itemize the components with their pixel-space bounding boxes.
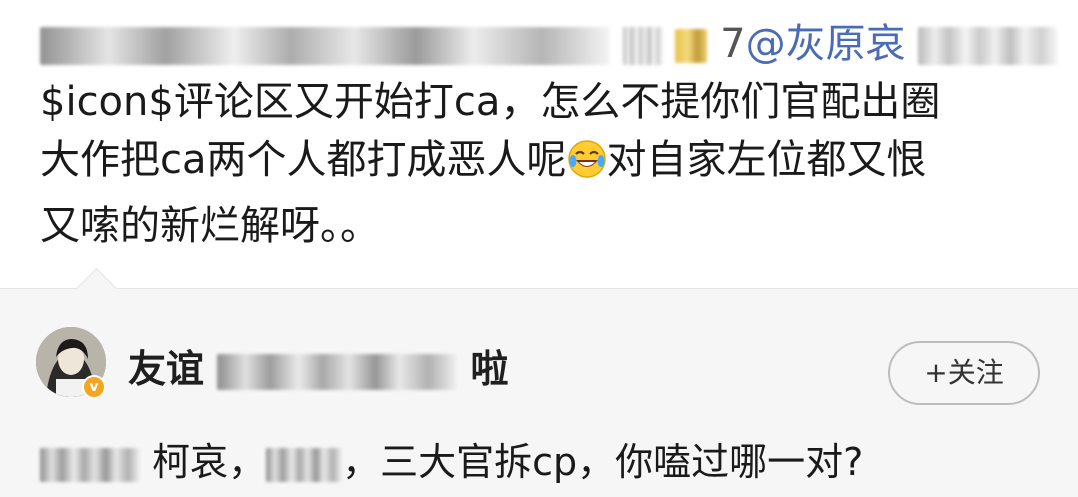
post-line-2: $icon$评论区又开始打ca，怎么不提你们官配出圈	[40, 79, 941, 125]
comment-text-fragment: 柯哀，	[152, 440, 267, 484]
blurred-username	[217, 353, 458, 390]
mention-link[interactable]: @灰原哀	[746, 21, 906, 67]
username-fragment: 啦	[470, 347, 509, 391]
blurred-emoji	[675, 29, 708, 63]
post-text-fragment: 大作把ca两个人都打成恶人呢	[40, 137, 567, 183]
comment-text-fragment: ，三大官拆cp，你嗑过哪一对?	[342, 440, 864, 484]
laughing-crying-emoji-icon	[567, 140, 606, 178]
blurred-text	[266, 447, 343, 482]
post-text-fragment: 对自家左位都又恨	[606, 137, 927, 183]
post-line-1: 7@灰原哀	[40, 16, 1059, 72]
blurred-text	[622, 27, 663, 65]
blurred-text	[40, 27, 610, 65]
comment-text: 柯哀， ，三大官拆cp，你嗑过哪一对?	[40, 437, 863, 487]
username[interactable]: 友谊 啦	[128, 347, 509, 391]
blurred-text	[40, 447, 140, 482]
blurred-text	[918, 27, 1059, 65]
post-text-fragment: 7	[720, 21, 746, 67]
post-body: 7@灰原哀 $icon$评论区又开始打ca，怎么不提你们官配出圈 大作把ca两个…	[0, 0, 1078, 288]
verified-badge-icon: v	[82, 375, 106, 399]
comment-panel: v 友谊 啦 +关注 柯哀， ，三大官拆cp，你嗑过哪一对?	[0, 267, 1078, 497]
username-fragment: 友谊	[128, 347, 205, 391]
follow-button[interactable]: +关注	[888, 341, 1040, 405]
post-line-4: 又嗦的新烂解呀。。	[40, 203, 380, 249]
post-line-3: 大作把ca两个人都打成恶人呢 对自家左位都又恨	[40, 132, 927, 188]
